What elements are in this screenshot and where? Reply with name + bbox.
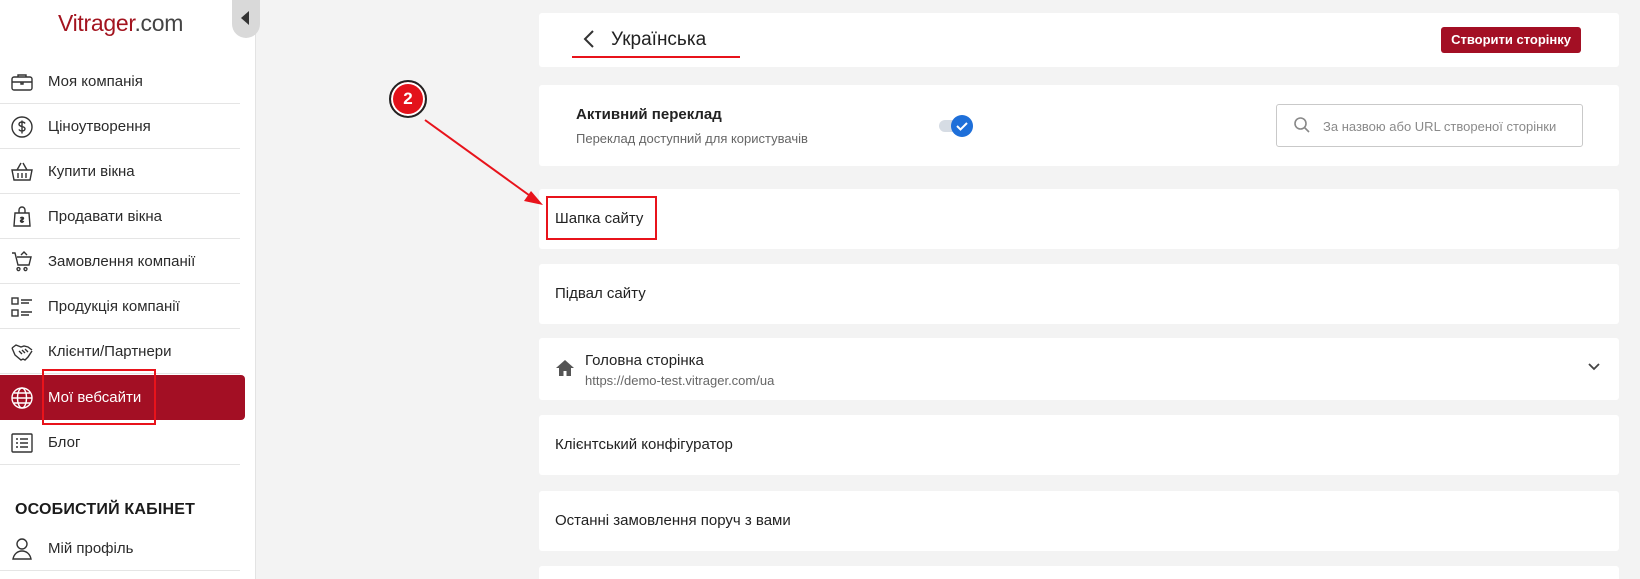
sidebar-item-pricing[interactable]: Ціноутворення bbox=[0, 104, 240, 149]
home-page-title: Головна сторінка bbox=[585, 352, 704, 369]
sidebar: Vitrager.com Моя компанія Ціноутворення … bbox=[0, 0, 260, 579]
toggle-knob bbox=[951, 115, 973, 137]
row-next[interactable] bbox=[539, 566, 1619, 579]
row-client-configurator[interactable]: Клієнтський конфігуратор bbox=[539, 415, 1619, 475]
sidebar-item-blog[interactable]: Блог bbox=[0, 420, 240, 465]
user-icon bbox=[12, 538, 32, 560]
sidebar-item-company-orders[interactable]: Замовлення компанії bbox=[0, 239, 240, 284]
search-input[interactable] bbox=[1323, 116, 1573, 136]
active-translation-toggle[interactable] bbox=[939, 115, 973, 137]
sidebar-item-sell-windows[interactable]: Продавати вікна bbox=[0, 194, 240, 239]
sidebar-item-clients-partners[interactable]: Клієнти/Партнери bbox=[0, 329, 240, 374]
active-translation-title: Активний переклад bbox=[576, 106, 722, 123]
row-label: Підвал сайту bbox=[555, 285, 646, 302]
row-label: Клієнтський конфігуратор bbox=[555, 436, 733, 453]
create-page-button[interactable]: Створити сторінку bbox=[1441, 27, 1581, 53]
translation-settings: Активний переклад Переклад доступний для… bbox=[539, 85, 1619, 166]
handshake-icon bbox=[11, 344, 33, 361]
chevron-down-icon[interactable] bbox=[1587, 362, 1601, 372]
sidebar-item-label: Купити вікна bbox=[48, 163, 135, 180]
sidebar-item-label: Мої вебсайти bbox=[48, 389, 142, 406]
row-home-page[interactable]: Головна сторінка https://demo-test.vitra… bbox=[539, 338, 1619, 400]
sidebar-item-label: Ціноутворення bbox=[48, 118, 151, 135]
sidebar-item-buy-windows[interactable]: Купити вікна bbox=[0, 149, 240, 194]
cart-icon bbox=[12, 251, 32, 272]
sidebar-item-label: Замовлення компанії bbox=[48, 253, 196, 270]
page-title: Українська bbox=[611, 29, 707, 50]
sidebar-item-my-profile[interactable]: Мій профіль bbox=[0, 526, 240, 571]
home-icon bbox=[556, 360, 574, 376]
sidebar-item-company[interactable]: Моя компанія bbox=[0, 59, 240, 104]
back-arrow-icon[interactable] bbox=[583, 29, 595, 49]
list-grid-icon bbox=[11, 297, 32, 317]
search-icon bbox=[1294, 117, 1310, 133]
row-site-footer[interactable]: Підвал сайту bbox=[539, 264, 1619, 324]
logo-brand: Vitrager bbox=[58, 10, 135, 36]
home-page-url: https://demo-test.vitrager.com/ua bbox=[585, 373, 775, 388]
sidebar-item-my-websites[interactable]: Мої вебсайти bbox=[0, 375, 245, 420]
sidebar-item-label: Продавати вікна bbox=[48, 208, 162, 225]
section-title-personal-cabinet: ОСОБИСТИЙ КАБІНЕТ bbox=[15, 501, 196, 518]
language-header: Українська Створити сторінку bbox=[539, 13, 1619, 67]
sidebar-item-label: Блог bbox=[48, 434, 81, 451]
row-site-header[interactable]: Шапка сайту bbox=[539, 189, 1619, 249]
row-label: Останні замовлення поруч з вами bbox=[555, 512, 791, 529]
chevron-left-icon bbox=[241, 11, 249, 25]
basket-icon bbox=[11, 162, 33, 181]
briefcase-icon bbox=[11, 74, 33, 91]
shopping-bag-icon bbox=[13, 206, 31, 227]
row-recent-orders[interactable]: Останні замовлення поруч з вами bbox=[539, 491, 1619, 551]
globe-icon bbox=[11, 387, 33, 409]
dollar-circle-icon bbox=[11, 116, 33, 138]
row-label: Шапка сайту bbox=[555, 210, 644, 227]
logo-domain: .com bbox=[134, 10, 184, 36]
collapse-sidebar-button[interactable] bbox=[232, 0, 260, 38]
blog-list-icon bbox=[11, 433, 33, 453]
active-translation-subtitle: Переклад доступний для користувачів bbox=[576, 131, 808, 146]
annotation-step-badge: 2 bbox=[389, 80, 427, 118]
sidebar-item-label: Моя компанія bbox=[48, 73, 143, 90]
sidebar-item-label: Продукція компанії bbox=[48, 298, 180, 315]
page-search[interactable] bbox=[1276, 104, 1583, 147]
checkmark-icon bbox=[956, 122, 968, 131]
annotation-underline bbox=[572, 56, 740, 58]
sidebar-item-label: Клієнти/Партнери bbox=[48, 343, 172, 360]
sidebar-item-label: Мій профіль bbox=[48, 540, 134, 557]
logo[interactable]: Vitrager.com bbox=[58, 10, 183, 37]
sidebar-item-company-products[interactable]: Продукція компанії bbox=[0, 284, 240, 329]
